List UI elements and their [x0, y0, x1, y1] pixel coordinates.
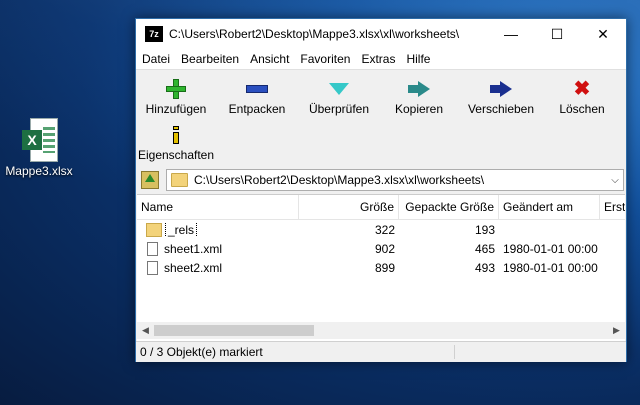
up-folder-icon[interactable]	[141, 171, 159, 189]
copy-arrow-icon	[408, 81, 430, 97]
col-size[interactable]: Größe	[299, 195, 399, 219]
properties-label: Eigenschaften	[137, 148, 215, 162]
folder-icon	[171, 173, 188, 187]
delete-label: Löschen	[559, 102, 605, 116]
delete-x-icon: ✖	[573, 78, 591, 100]
menu-bearbeiten[interactable]: Bearbeiten	[175, 52, 244, 66]
column-header: Name Größe Gepackte Größe Geändert am Er…	[137, 195, 625, 220]
toolbar: Hinzufügen Entpacken Überprüfen Kopieren	[136, 70, 626, 168]
minimize-button[interactable]: —	[488, 19, 534, 49]
folder-icon	[146, 222, 162, 237]
menu-datei[interactable]: Datei	[136, 52, 175, 66]
file-modified: 1980-01-01 00:00	[503, 260, 598, 275]
address-bar: C:\Users\Robert2\Desktop\Mappe3.xlsx\xl\…	[136, 169, 626, 191]
table-row[interactable]: _rels 322 193	[137, 220, 625, 239]
scroll-thumb[interactable]	[154, 325, 314, 336]
desktop-icon-label: Mappe3.xlsx	[5, 164, 73, 178]
col-name[interactable]: Name	[137, 195, 299, 219]
table-row[interactable]: sheet2.xml 899 493 1980-01-01 00:00	[137, 258, 625, 277]
window-title: C:\Users\Robert2\Desktop\Mappe3.xlsx\xl\…	[169, 27, 460, 41]
file-list[interactable]: Name Größe Gepackte Größe Geändert am Er…	[137, 194, 625, 341]
test-button[interactable]: Überprüfen	[299, 78, 379, 116]
scroll-right-icon[interactable]: ▶	[608, 322, 625, 339]
file-icon	[147, 241, 158, 256]
move-button[interactable]: Verschieben	[461, 78, 541, 116]
delete-button[interactable]: ✖ Löschen	[542, 78, 622, 116]
file-packed-size: 193	[474, 222, 495, 237]
title-bar[interactable]: 7z C:\Users\Robert2\Desktop\Mappe3.xlsx\…	[136, 19, 626, 49]
file-size: 902	[374, 241, 395, 256]
file-name: sheet1.xml	[164, 241, 223, 256]
col-modified[interactable]: Geändert am	[499, 195, 600, 219]
status-bar: 0 / 3 Objekt(e) markiert	[136, 341, 626, 362]
minus-icon	[246, 85, 268, 93]
close-button[interactable]: ✕	[580, 19, 626, 49]
desktop-icon-mappe3[interactable]: X Mappe3.xlsx	[4, 118, 74, 178]
copy-button[interactable]: Kopieren	[379, 78, 459, 116]
file-name: _rels	[164, 222, 198, 237]
file-packed-size: 493	[474, 260, 495, 275]
test-label: Überprüfen	[308, 102, 370, 116]
move-label: Verschieben	[467, 102, 535, 116]
extract-label: Entpacken	[228, 102, 286, 116]
7zip-app-icon: 7z	[145, 26, 163, 42]
extract-button[interactable]: Entpacken	[217, 78, 297, 116]
menu-bar: Datei Bearbeiten Ansicht Favoriten Extra…	[136, 49, 626, 70]
file-modified: 1980-01-01 00:00	[503, 241, 598, 256]
plus-icon	[166, 79, 186, 99]
file-name: sheet2.xml	[164, 260, 223, 275]
path-text: C:\Users\Robert2\Desktop\Mappe3.xlsx\xl\…	[194, 173, 485, 187]
chevron-down-icon[interactable]: ⌵	[607, 175, 623, 186]
path-combobox[interactable]: C:\Users\Robert2\Desktop\Mappe3.xlsx\xl\…	[166, 169, 624, 191]
check-icon	[329, 83, 349, 95]
file-size: 322	[374, 222, 395, 237]
table-row[interactable]: sheet1.xml 902 465 1980-01-01 00:00	[137, 239, 625, 258]
excel-file-icon: X	[22, 118, 58, 162]
col-packed[interactable]: Gepackte Größe	[399, 195, 499, 219]
file-size: 899	[374, 260, 395, 275]
7zip-window: 7z C:\Users\Robert2\Desktop\Mappe3.xlsx\…	[135, 18, 627, 362]
file-icon	[147, 260, 158, 275]
scroll-left-icon[interactable]: ◀	[137, 322, 154, 339]
menu-favoriten[interactable]: Favoriten	[294, 52, 355, 66]
add-button[interactable]: Hinzufügen	[136, 78, 216, 116]
col-created[interactable]: Erst	[600, 195, 625, 219]
menu-extras[interactable]: Extras	[355, 52, 400, 66]
copy-label: Kopieren	[394, 102, 444, 116]
move-arrow-icon	[490, 81, 512, 97]
menu-hilfe[interactable]: Hilfe	[400, 52, 435, 66]
file-packed-size: 465	[474, 241, 495, 256]
info-icon	[171, 126, 181, 144]
properties-button[interactable]: Eigenschaften	[136, 124, 216, 162]
status-text: 0 / 3 Objekt(e) markiert	[136, 345, 455, 359]
add-label: Hinzufügen	[145, 102, 207, 116]
maximize-button[interactable]: ☐	[534, 19, 580, 49]
menu-ansicht[interactable]: Ansicht	[244, 52, 294, 66]
horizontal-scrollbar[interactable]: ◀ ▶	[137, 322, 625, 339]
